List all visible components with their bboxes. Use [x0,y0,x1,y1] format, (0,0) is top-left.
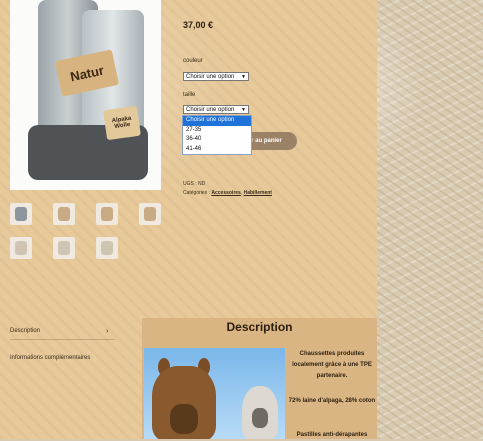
taille-label: taille [183,92,196,98]
category-link[interactable]: Accessoires [211,190,240,196]
taille-option[interactable]: 41-46 [183,145,251,155]
sku: UGS : ND [183,181,206,187]
alpaka-tag: Alpaka Wolle [103,105,141,141]
alpaca-photo [144,348,285,439]
taille-option[interactable]: 27-35 [183,126,251,136]
gallery-thumbnail[interactable] [139,203,161,225]
white-alpaca-face [252,408,268,428]
categories-label: Catégories : [183,190,210,196]
gallery-thumbnail[interactable] [53,203,75,225]
gallery-thumbnail[interactable] [53,237,75,259]
couleur-select-value: Choisir une option [186,74,235,80]
couleur-label: couleur [183,58,203,64]
tab-description[interactable]: Description [10,328,40,334]
taille-select[interactable]: Choisir une option ▼ [183,105,249,114]
gallery-thumbnail[interactable] [10,237,32,259]
taille-option[interactable]: 36-40 [183,135,251,145]
tab-divider [10,339,115,340]
description-text-2: 72% laine d'alpaga, 28% coton [288,398,376,404]
categories: Catégories : Accessoires, Habillement [183,190,272,196]
chevron-down-icon: ▼ [241,74,246,80]
category-link[interactable]: Habillement [244,190,272,196]
description-heading: Description [226,320,293,334]
gallery-thumbnail[interactable] [10,203,32,225]
category-separator: , [240,190,243,196]
gallery-thumbnail[interactable] [96,203,118,225]
product-price: 37,00 € [183,20,214,30]
taille-dropdown-list: Choisir une option 27-35 36-40 41-46 [182,115,252,155]
chevron-down-icon: ▼ [241,107,246,113]
taille-option[interactable]: Choisir une option [183,116,251,126]
taille-select-value: Choisir une option [186,107,235,113]
couleur-select[interactable]: Choisir une option ▼ [183,72,249,81]
brown-alpaca-face [170,404,198,434]
chevron-right-icon: › [106,328,109,335]
product-main-image[interactable]: Natur Alpaka Wolle [10,0,161,190]
tab-additional-information[interactable]: Informations complémentaires [10,355,90,361]
description-text-1: Chaussettes produites localement grâce à… [292,351,372,379]
description-text-3: Pastilles anti-dérapantes [296,432,368,438]
gallery-thumbnail[interactable] [96,237,118,259]
